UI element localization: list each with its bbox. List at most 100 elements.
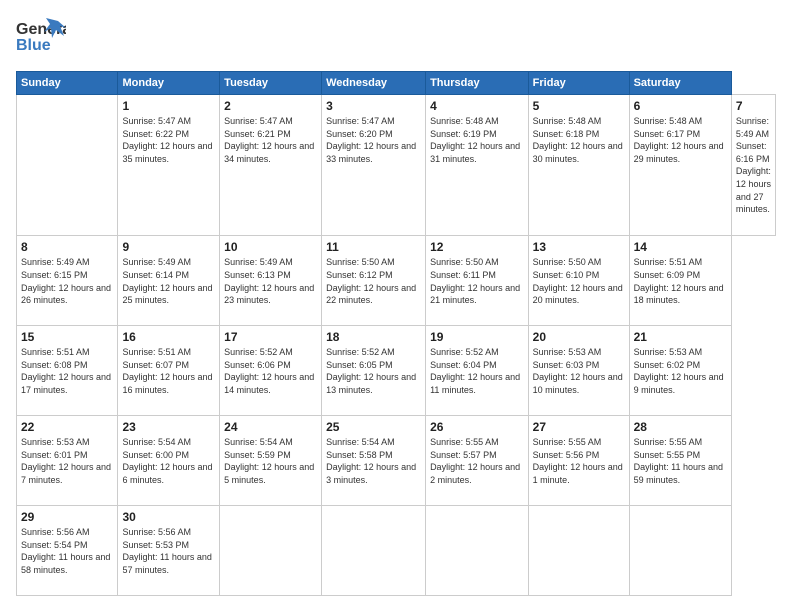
day-info: Sunrise: 5:48 AM Sunset: 6:17 PM Dayligh… <box>634 115 727 165</box>
calendar-day-15: 15 Sunrise: 5:51 AM Sunset: 6:08 PM Dayl… <box>17 326 118 416</box>
day-number: 13 <box>533 240 625 254</box>
calendar-day-3: 3 Sunrise: 5:47 AM Sunset: 6:20 PM Dayli… <box>322 95 426 236</box>
day-number: 15 <box>21 330 113 344</box>
day-info: Sunrise: 5:53 AM Sunset: 6:01 PM Dayligh… <box>21 436 113 486</box>
day-number: 23 <box>122 420 215 434</box>
calendar-day-16: 16 Sunrise: 5:51 AM Sunset: 6:07 PM Dayl… <box>118 326 220 416</box>
day-number: 2 <box>224 99 317 113</box>
calendar-day-1: 1 Sunrise: 5:47 AM Sunset: 6:22 PM Dayli… <box>118 95 220 236</box>
day-info: Sunrise: 5:55 AM Sunset: 5:57 PM Dayligh… <box>430 436 524 486</box>
day-number: 12 <box>430 240 524 254</box>
calendar-header-sunday: Sunday <box>17 72 118 95</box>
calendar-day-11: 11 Sunrise: 5:50 AM Sunset: 6:12 PM Dayl… <box>322 236 426 326</box>
empty-cell <box>322 506 426 596</box>
day-info: Sunrise: 5:55 AM Sunset: 5:56 PM Dayligh… <box>533 436 625 486</box>
calendar-day-5: 5 Sunrise: 5:48 AM Sunset: 6:18 PM Dayli… <box>528 95 629 236</box>
calendar-day-10: 10 Sunrise: 5:49 AM Sunset: 6:13 PM Dayl… <box>220 236 322 326</box>
day-info: Sunrise: 5:48 AM Sunset: 6:19 PM Dayligh… <box>430 115 524 165</box>
day-info: Sunrise: 5:51 AM Sunset: 6:07 PM Dayligh… <box>122 346 215 396</box>
day-number: 21 <box>634 330 727 344</box>
calendar-day-25: 25 Sunrise: 5:54 AM Sunset: 5:58 PM Dayl… <box>322 416 426 506</box>
calendar-day-22: 22 Sunrise: 5:53 AM Sunset: 6:01 PM Dayl… <box>17 416 118 506</box>
day-number: 3 <box>326 99 421 113</box>
day-number: 27 <box>533 420 625 434</box>
calendar-day-27: 27 Sunrise: 5:55 AM Sunset: 5:56 PM Dayl… <box>528 416 629 506</box>
empty-cell <box>629 506 731 596</box>
logo: General Blue <box>16 16 66 61</box>
calendar-day-12: 12 Sunrise: 5:50 AM Sunset: 6:11 PM Dayl… <box>426 236 529 326</box>
day-info: Sunrise: 5:55 AM Sunset: 5:55 PM Dayligh… <box>634 436 727 486</box>
day-info: Sunrise: 5:49 AM Sunset: 6:13 PM Dayligh… <box>224 256 317 306</box>
day-number: 1 <box>122 99 215 113</box>
day-info: Sunrise: 5:51 AM Sunset: 6:09 PM Dayligh… <box>634 256 727 306</box>
day-info: Sunrise: 5:48 AM Sunset: 6:18 PM Dayligh… <box>533 115 625 165</box>
calendar-table: SundayMondayTuesdayWednesdayThursdayFrid… <box>16 71 776 596</box>
calendar-day-28: 28 Sunrise: 5:55 AM Sunset: 5:55 PM Dayl… <box>629 416 731 506</box>
day-info: Sunrise: 5:49 AM Sunset: 6:15 PM Dayligh… <box>21 256 113 306</box>
calendar-week-2: 15 Sunrise: 5:51 AM Sunset: 6:08 PM Dayl… <box>17 326 776 416</box>
calendar-day-2: 2 Sunrise: 5:47 AM Sunset: 6:21 PM Dayli… <box>220 95 322 236</box>
calendar-header-friday: Friday <box>528 72 629 95</box>
calendar-day-19: 19 Sunrise: 5:52 AM Sunset: 6:04 PM Dayl… <box>426 326 529 416</box>
day-number: 10 <box>224 240 317 254</box>
day-number: 25 <box>326 420 421 434</box>
calendar-week-0: 1 Sunrise: 5:47 AM Sunset: 6:22 PM Dayli… <box>17 95 776 236</box>
calendar-day-24: 24 Sunrise: 5:54 AM Sunset: 5:59 PM Dayl… <box>220 416 322 506</box>
day-info: Sunrise: 5:56 AM Sunset: 5:53 PM Dayligh… <box>122 526 215 576</box>
calendar-week-1: 8 Sunrise: 5:49 AM Sunset: 6:15 PM Dayli… <box>17 236 776 326</box>
day-info: Sunrise: 5:52 AM Sunset: 6:05 PM Dayligh… <box>326 346 421 396</box>
calendar-week-3: 22 Sunrise: 5:53 AM Sunset: 6:01 PM Dayl… <box>17 416 776 506</box>
calendar-header-row: SundayMondayTuesdayWednesdayThursdayFrid… <box>17 72 776 95</box>
day-info: Sunrise: 5:54 AM Sunset: 5:59 PM Dayligh… <box>224 436 317 486</box>
calendar-header-wednesday: Wednesday <box>322 72 426 95</box>
page-header: General Blue <box>16 16 776 61</box>
day-info: Sunrise: 5:50 AM Sunset: 6:12 PM Dayligh… <box>326 256 421 306</box>
day-number: 19 <box>430 330 524 344</box>
empty-cell <box>426 506 529 596</box>
calendar-day-21: 21 Sunrise: 5:53 AM Sunset: 6:02 PM Dayl… <box>629 326 731 416</box>
day-info: Sunrise: 5:52 AM Sunset: 6:06 PM Dayligh… <box>224 346 317 396</box>
calendar-day-6: 6 Sunrise: 5:48 AM Sunset: 6:17 PM Dayli… <box>629 95 731 236</box>
day-number: 5 <box>533 99 625 113</box>
calendar-day-14: 14 Sunrise: 5:51 AM Sunset: 6:09 PM Dayl… <box>629 236 731 326</box>
day-number: 9 <box>122 240 215 254</box>
calendar-day-8: 8 Sunrise: 5:49 AM Sunset: 6:15 PM Dayli… <box>17 236 118 326</box>
empty-cell <box>220 506 322 596</box>
calendar-day-30: 30 Sunrise: 5:56 AM Sunset: 5:53 PM Dayl… <box>118 506 220 596</box>
day-number: 11 <box>326 240 421 254</box>
day-info: Sunrise: 5:52 AM Sunset: 6:04 PM Dayligh… <box>430 346 524 396</box>
day-number: 24 <box>224 420 317 434</box>
svg-text:Blue: Blue <box>16 37 51 54</box>
calendar-day-26: 26 Sunrise: 5:55 AM Sunset: 5:57 PM Dayl… <box>426 416 529 506</box>
calendar-header-thursday: Thursday <box>426 72 529 95</box>
day-info: Sunrise: 5:47 AM Sunset: 6:22 PM Dayligh… <box>122 115 215 165</box>
empty-cell <box>528 506 629 596</box>
day-number: 7 <box>736 99 771 113</box>
day-number: 29 <box>21 510 113 524</box>
day-info: Sunrise: 5:54 AM Sunset: 6:00 PM Dayligh… <box>122 436 215 486</box>
calendar-day-23: 23 Sunrise: 5:54 AM Sunset: 6:00 PM Dayl… <box>118 416 220 506</box>
day-info: Sunrise: 5:56 AM Sunset: 5:54 PM Dayligh… <box>21 526 113 576</box>
calendar-week-4: 29 Sunrise: 5:56 AM Sunset: 5:54 PM Dayl… <box>17 506 776 596</box>
day-number: 30 <box>122 510 215 524</box>
day-info: Sunrise: 5:50 AM Sunset: 6:11 PM Dayligh… <box>430 256 524 306</box>
day-number: 4 <box>430 99 524 113</box>
calendar-day-18: 18 Sunrise: 5:52 AM Sunset: 6:05 PM Dayl… <box>322 326 426 416</box>
calendar-day-29: 29 Sunrise: 5:56 AM Sunset: 5:54 PM Dayl… <box>17 506 118 596</box>
calendar-day-7: 7 Sunrise: 5:49 AM Sunset: 6:16 PM Dayli… <box>731 95 775 236</box>
day-number: 16 <box>122 330 215 344</box>
day-number: 6 <box>634 99 727 113</box>
day-info: Sunrise: 5:50 AM Sunset: 6:10 PM Dayligh… <box>533 256 625 306</box>
day-info: Sunrise: 5:54 AM Sunset: 5:58 PM Dayligh… <box>326 436 421 486</box>
day-info: Sunrise: 5:51 AM Sunset: 6:08 PM Dayligh… <box>21 346 113 396</box>
calendar-header-monday: Monday <box>118 72 220 95</box>
calendar-day-20: 20 Sunrise: 5:53 AM Sunset: 6:03 PM Dayl… <box>528 326 629 416</box>
day-info: Sunrise: 5:53 AM Sunset: 6:02 PM Dayligh… <box>634 346 727 396</box>
day-info: Sunrise: 5:49 AM Sunset: 6:16 PM Dayligh… <box>736 115 771 216</box>
calendar-day-17: 17 Sunrise: 5:52 AM Sunset: 6:06 PM Dayl… <box>220 326 322 416</box>
logo-icon: General Blue <box>16 16 66 61</box>
empty-cell <box>17 95 118 236</box>
calendar-day-13: 13 Sunrise: 5:50 AM Sunset: 6:10 PM Dayl… <box>528 236 629 326</box>
day-number: 14 <box>634 240 727 254</box>
calendar-day-9: 9 Sunrise: 5:49 AM Sunset: 6:14 PM Dayli… <box>118 236 220 326</box>
